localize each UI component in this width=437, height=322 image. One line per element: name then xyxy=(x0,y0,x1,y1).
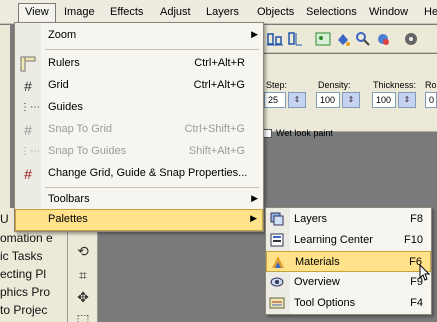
wet-look-paint-checkbox[interactable] xyxy=(263,129,272,138)
rotation-label: Ro xyxy=(425,80,437,90)
grid-icon: # xyxy=(24,78,32,94)
view-menu: Zoom ▶ Rulers Ctrl+Alt+R # Grid Ctrl+Alt… xyxy=(14,22,264,232)
settings-icon[interactable] xyxy=(402,30,420,48)
menu-item-change-grid-guide-snap-properties[interactable]: # Change Grid, Guide & Snap Properties..… xyxy=(15,163,263,185)
menu-item-label: Grid xyxy=(48,79,69,91)
menu-item-toolbars[interactable]: Toolbars ▶ xyxy=(15,189,263,211)
menu-window[interactable]: Window xyxy=(363,4,414,21)
panel-item[interactable]: U xyxy=(0,212,9,226)
thickness-spinner[interactable]: ⇕ xyxy=(398,92,416,108)
menu-item-shortcut: F10 xyxy=(404,234,423,246)
distribute-icon[interactable] xyxy=(286,30,304,48)
menu-effects[interactable]: Effects xyxy=(104,4,149,21)
menu-item-zoom[interactable]: Zoom ▶ xyxy=(15,25,263,47)
menu-item-guides[interactable]: ⋮⋯ Guides xyxy=(15,97,263,119)
menu-separator xyxy=(45,187,259,188)
crop-tool-icon[interactable]: ⌗ xyxy=(74,266,92,284)
menu-item-learning-center[interactable]: Learning Center F10 xyxy=(266,230,431,251)
thickness-input[interactable]: 100 xyxy=(372,92,396,108)
menu-item-label: Guides xyxy=(48,101,83,113)
density-label: Density: xyxy=(318,80,351,90)
image-icon[interactable] xyxy=(314,30,332,48)
menu-item-overview[interactable]: Overview F9 xyxy=(266,272,431,293)
materials-icon xyxy=(270,254,286,270)
panel-item[interactable]: ic Tasks xyxy=(0,249,42,263)
tool-options-bar: Step: Density: Thickness: Ro 25 ⇕ 100 ⇕ … xyxy=(262,54,437,132)
step-input[interactable]: 25 xyxy=(264,92,286,108)
menu-item-label: Change Grid, Guide & Snap Properties... xyxy=(48,167,248,179)
menu-item-shortcut: Ctrl+Alt+G xyxy=(193,79,245,91)
menu-item-rulers[interactable]: Rulers Ctrl+Alt+R xyxy=(15,53,263,75)
mouse-cursor-icon xyxy=(419,264,431,281)
selection-tool-icon[interactable]: ⬚ xyxy=(74,310,92,322)
menu-item-materials[interactable]: Materials F6 xyxy=(266,251,431,272)
menu-item-label: Tool Options xyxy=(294,297,356,309)
step-spinner[interactable]: ⇕ xyxy=(288,92,306,108)
menu-item-label: Overview xyxy=(294,276,340,288)
picture-tube-icon[interactable] xyxy=(374,30,392,48)
menu-item-layers[interactable]: Layers F8 xyxy=(266,209,431,230)
layers-icon xyxy=(269,211,285,227)
menu-item-label: Layers xyxy=(294,213,328,225)
menu-item-label: Rulers xyxy=(48,57,80,69)
menu-item-label: Learning Center xyxy=(294,234,373,246)
menu-item-label: Materials xyxy=(295,256,340,268)
align-icon[interactable] xyxy=(266,30,284,48)
menu-item-shortcut: Shift+Alt+G xyxy=(188,145,245,157)
move-tool-icon[interactable]: ✥ xyxy=(74,288,92,306)
workspace-left-edge xyxy=(0,25,10,208)
grid-properties-icon: # xyxy=(24,166,32,182)
menu-item-snap-to-guides[interactable]: ⋮⋯ Snap To Guides Shift+Alt+G xyxy=(15,141,263,163)
menu-bar: View Image Effects Adjust Layers Objects… xyxy=(0,0,437,25)
panel-item[interactable]: phics Pro xyxy=(0,285,50,299)
density-input[interactable]: 100 xyxy=(316,92,340,108)
tool-options-icon xyxy=(269,295,285,311)
overview-icon xyxy=(269,274,285,290)
menu-item-label: Snap To Grid xyxy=(48,123,113,135)
palettes-submenu: Layers F8 Learning Center F10 Materials … xyxy=(265,207,432,315)
ruler-icon xyxy=(20,56,36,72)
menu-item-shortcut: Ctrl+Shift+G xyxy=(184,123,245,135)
thickness-label: Thickness: xyxy=(373,80,417,90)
menu-adjust[interactable]: Adjust xyxy=(154,4,197,21)
submenu-arrow-icon: ▶ xyxy=(250,213,257,223)
learning-center-icon xyxy=(269,232,285,248)
paint-bucket-icon[interactable] xyxy=(334,30,352,48)
menu-item-snap-to-grid[interactable]: # Snap To Grid Ctrl+Shift+G xyxy=(15,119,263,141)
panel-item[interactable]: to Projec xyxy=(0,303,47,317)
menu-image[interactable]: Image xyxy=(58,4,101,21)
menu-item-shortcut: Ctrl+Alt+R xyxy=(194,57,245,69)
menu-layers[interactable]: Layers xyxy=(200,4,245,21)
menu-item-label: Toolbars xyxy=(48,193,90,205)
menu-item-tool-options[interactable]: Tool Options F4 xyxy=(266,293,431,314)
rotation-input[interactable]: 0 xyxy=(425,92,437,108)
menu-item-label: Palettes xyxy=(48,213,88,225)
menu-item-label: Snap To Guides xyxy=(48,145,127,157)
menu-separator xyxy=(45,49,259,50)
density-spinner[interactable]: ⇕ xyxy=(342,92,360,108)
menu-item-palettes[interactable]: Palettes ▶ xyxy=(15,209,263,231)
wet-look-paint-label: Wet look paint xyxy=(276,128,333,138)
menu-item-label: Zoom xyxy=(48,29,77,41)
submenu-arrow-icon: ▶ xyxy=(251,29,258,39)
panel-item[interactable]: omation e xyxy=(0,231,53,245)
standard-toolbar xyxy=(262,25,437,53)
magnifier-icon[interactable] xyxy=(354,30,372,48)
guides-icon: ⋮⋯ xyxy=(20,102,40,113)
snap-guides-icon: ⋮⋯ xyxy=(20,146,40,157)
menu-selections[interactable]: Selections xyxy=(300,4,363,21)
menu-help[interactable]: He xyxy=(418,4,437,21)
submenu-arrow-icon: ▶ xyxy=(251,193,258,203)
menu-item-shortcut: F8 xyxy=(410,213,423,225)
lasso-tool-icon[interactable]: ⟲ xyxy=(74,242,92,260)
step-label: Step: xyxy=(266,80,288,90)
menu-item-shortcut: F4 xyxy=(410,297,423,309)
menu-objects[interactable]: Objects xyxy=(251,4,300,21)
panel-item[interactable]: ecting Pl xyxy=(0,267,46,281)
menu-item-grid[interactable]: # Grid Ctrl+Alt+G xyxy=(15,75,263,97)
snap-grid-icon: # xyxy=(24,122,32,138)
